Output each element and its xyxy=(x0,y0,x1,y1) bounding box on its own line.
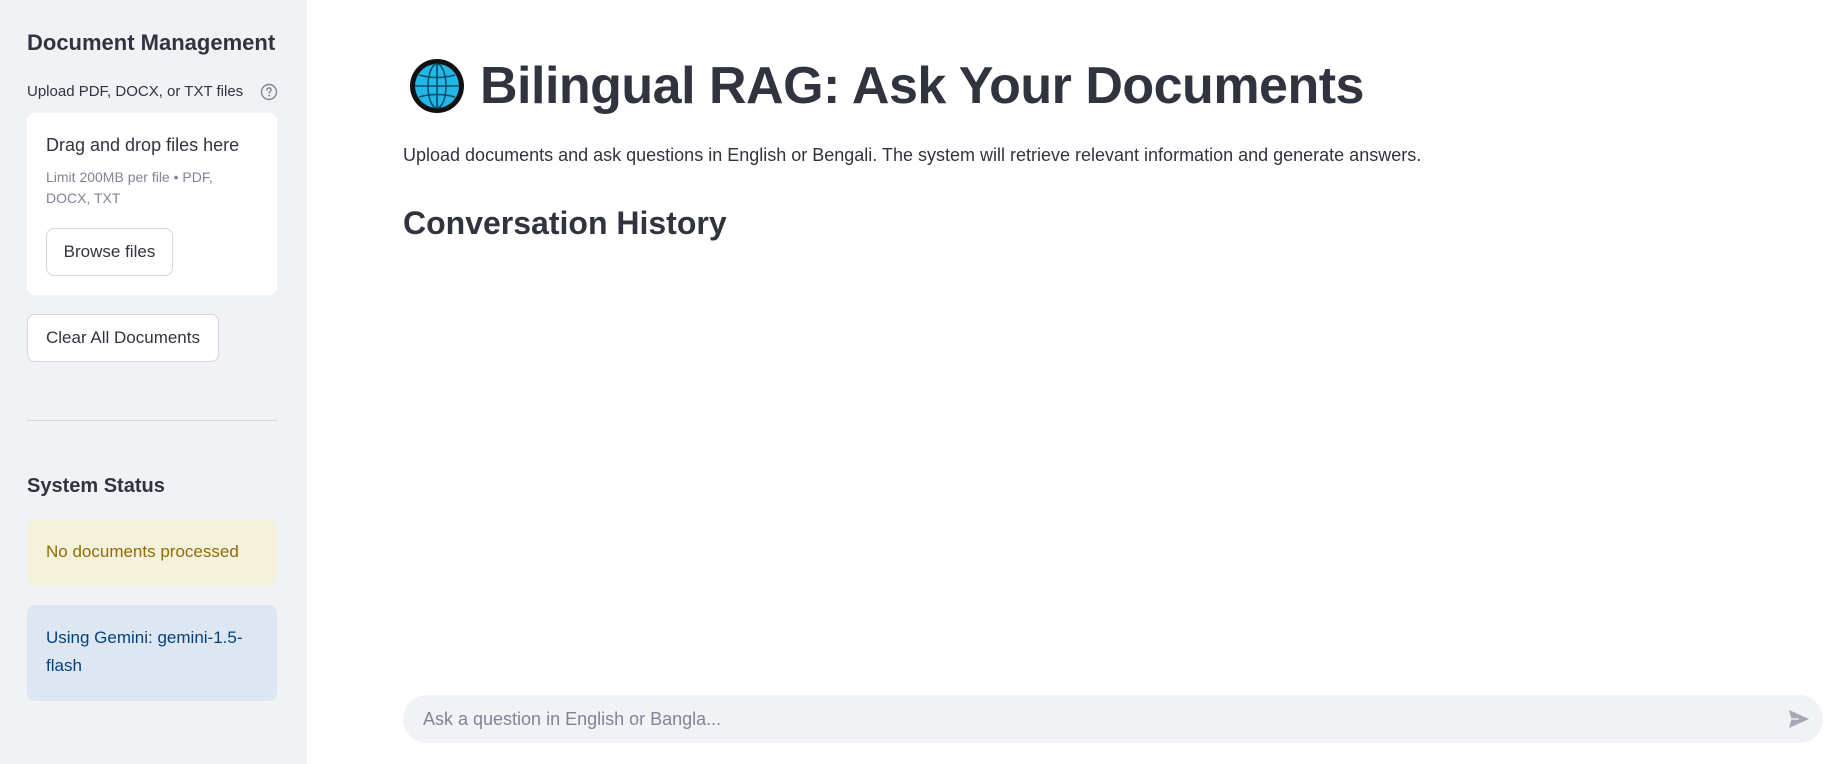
send-icon[interactable] xyxy=(1787,707,1811,731)
dropzone-limit-text: Limit 200MB per file • PDF, DOCX, TXT xyxy=(46,169,213,206)
question-circle-icon[interactable] xyxy=(260,83,278,101)
system-status-title: System Status xyxy=(27,475,165,497)
chat-input[interactable] xyxy=(423,695,1763,743)
page-title: Bilingual RAG: Ask Your Documents xyxy=(480,57,1364,115)
app-root: Document Management Upload PDF, DOCX, or… xyxy=(0,0,1848,764)
status-warning-alert: No documents processed xyxy=(27,519,277,585)
sidebar-title: Document Management xyxy=(27,30,276,55)
globe-icon xyxy=(408,57,466,115)
status-warning-text: No documents processed xyxy=(46,542,239,561)
sidebar: Document Management Upload PDF, DOCX, or… xyxy=(0,0,307,764)
dropzone-title: Drag and drop files here xyxy=(46,135,240,155)
status-info-text: Using Gemini: gemini-1.5-flash xyxy=(46,628,243,675)
clear-all-documents-button[interactable]: Clear All Documents xyxy=(27,314,219,362)
sidebar-divider xyxy=(27,420,277,421)
chat-input-container xyxy=(403,695,1823,743)
file-dropzone[interactable]: Drag and drop files here Limit 200MB per… xyxy=(27,113,277,295)
page-description: Upload documents and ask questions in En… xyxy=(403,145,1422,165)
status-info-alert: Using Gemini: gemini-1.5-flash xyxy=(27,605,277,701)
browse-files-button[interactable]: Browse files xyxy=(46,228,173,276)
upload-label: Upload PDF, DOCX, or TXT files xyxy=(27,83,244,100)
main-content: Bilingual RAG: Ask Your Documents Upload… xyxy=(307,0,1848,764)
page-title-row: Bilingual RAG: Ask Your Documents xyxy=(408,56,1364,116)
conversation-history-title: Conversation History xyxy=(403,205,727,241)
